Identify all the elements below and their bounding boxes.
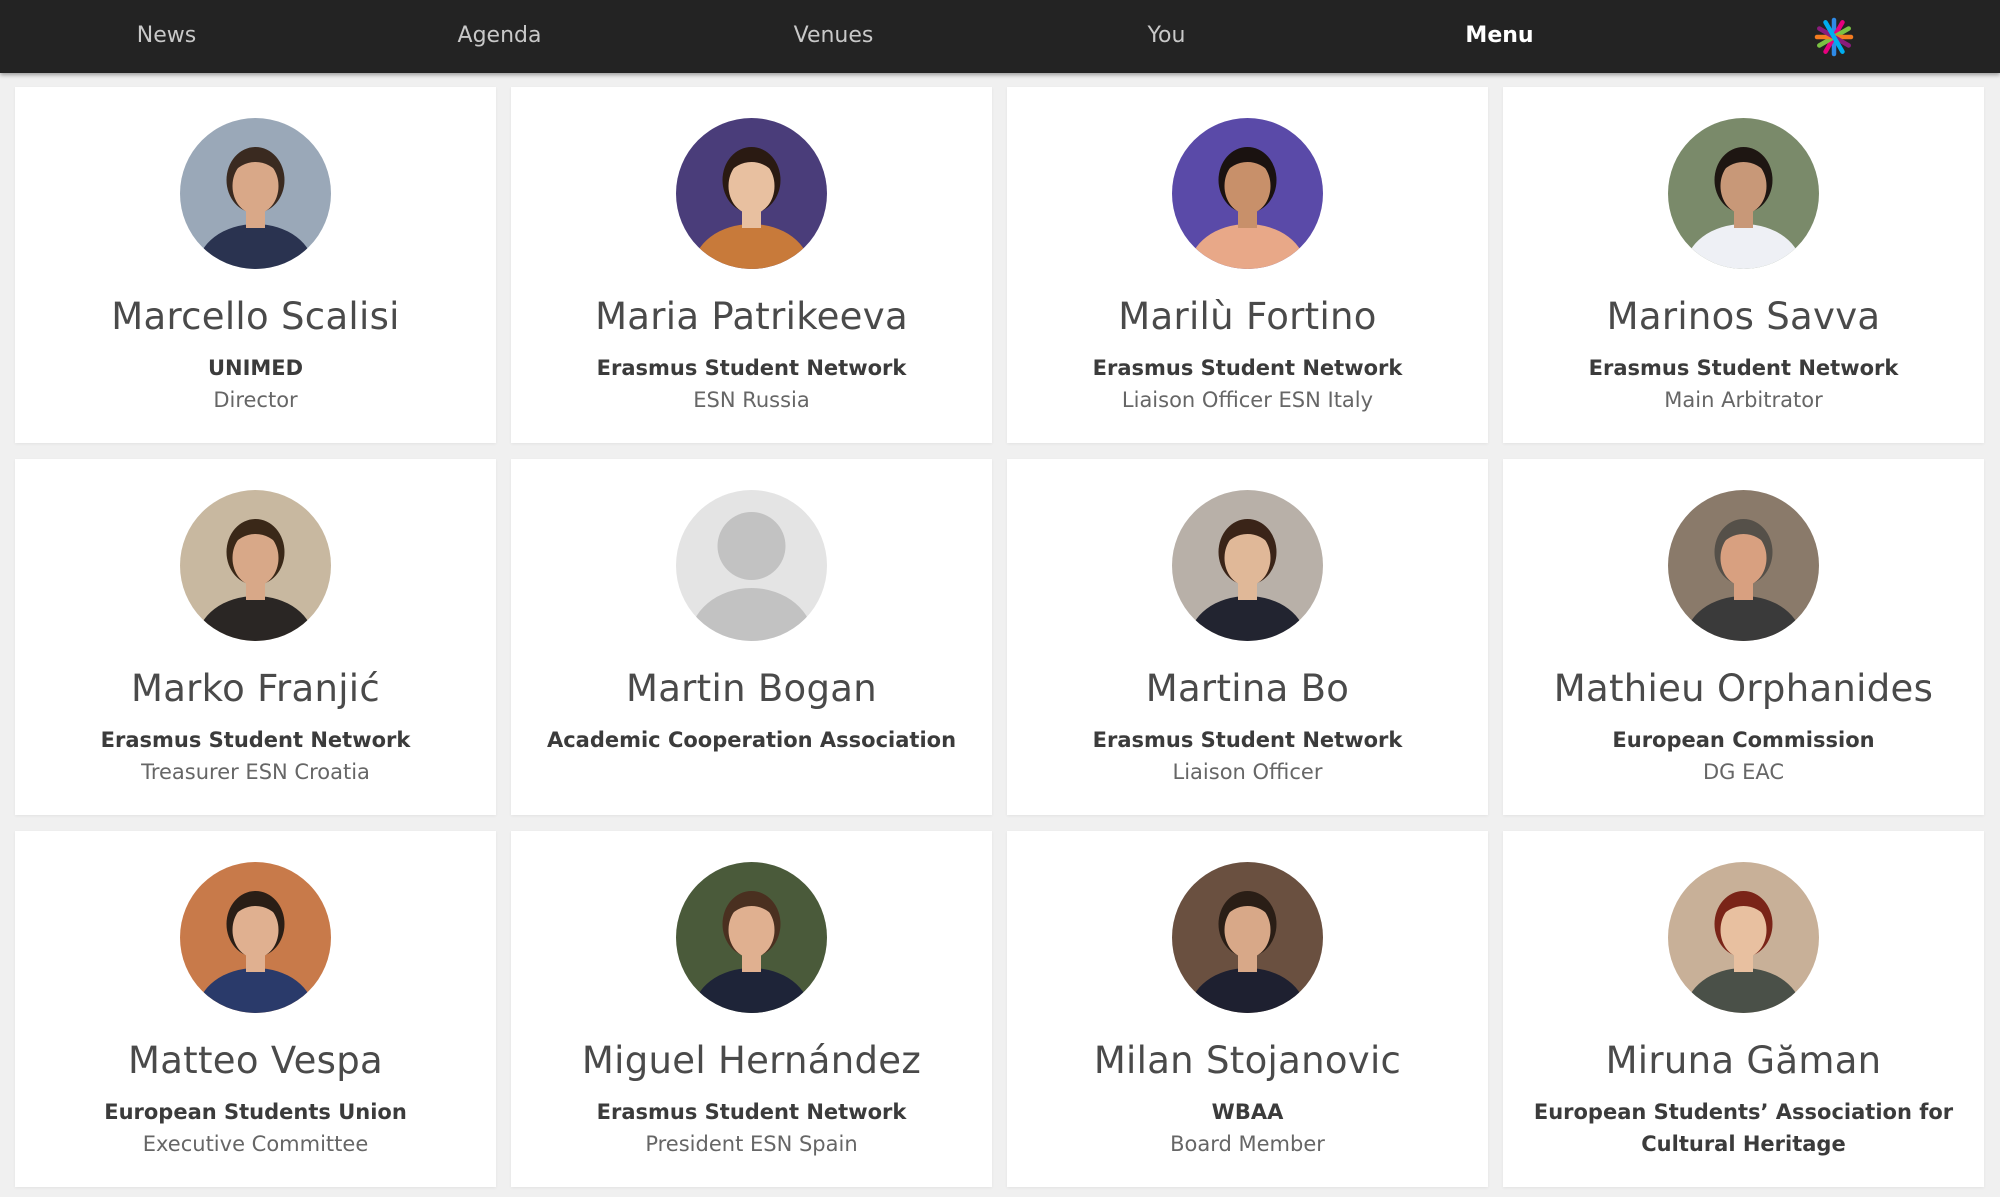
speaker-name: Martina Bo [1145, 667, 1350, 710]
nav-item-agenda[interactable]: Agenda [333, 0, 666, 73]
speaker-photo [1668, 490, 1819, 641]
speaker-photo [1172, 490, 1323, 641]
nav-item-you[interactable]: You [1000, 0, 1333, 73]
asterisk-logo-icon [1814, 17, 1853, 56]
speaker-name: Maria Patrikeeva [595, 295, 908, 338]
speaker-organization: UNIMED [207, 356, 304, 380]
speaker-photo [1668, 862, 1819, 1013]
speaker-name: Martin Bogan [625, 667, 878, 710]
speaker-organization: WBAA [1211, 1100, 1284, 1124]
speaker-role: President ESN Spain [645, 1132, 858, 1156]
speaker-organization: Erasmus Student Network [596, 356, 907, 380]
speaker-organization: European Students Union [104, 1100, 407, 1124]
speaker-photo [1172, 118, 1323, 269]
speaker-role: Treasurer ESN Croatia [141, 760, 370, 784]
speaker-name: Miguel Hernández [581, 1039, 922, 1082]
speaker-card[interactable]: Miruna Găman European Students’ Associati… [1503, 831, 1984, 1187]
speaker-name: Marilù Fortino [1118, 295, 1377, 338]
speaker-organization: Erasmus Student Network [100, 728, 411, 752]
nav-item-news[interactable]: News [0, 0, 333, 73]
speaker-role: Main Arbitrator [1664, 388, 1823, 412]
speaker-name: Marko Franjić [130, 667, 381, 710]
speaker-card[interactable]: Milan Stojanovic WBAA Board Member [1007, 831, 1488, 1187]
speaker-card[interactable]: Marcello Scalisi UNIMED Director [15, 87, 496, 443]
speaker-card[interactable]: Martina Bo Erasmus Student Network Liaison… [1007, 459, 1488, 815]
speaker-role: Director [213, 388, 298, 412]
speaker-organization: Erasmus Student Network [1092, 728, 1403, 752]
speaker-photo [180, 490, 331, 641]
speaker-organization: European Students’ Association for Cultu… [1533, 1100, 1954, 1156]
speaker-card[interactable]: Mathieu Orphanides European Commission DG … [1503, 459, 1984, 815]
speaker-grid: Marcello Scalisi UNIMED Director Maria Patr… [15, 87, 1986, 1187]
speaker-name: Milan Stojanovic [1093, 1039, 1402, 1082]
speaker-role: Board Member [1170, 1132, 1325, 1156]
speaker-organization: Erasmus Student Network [1092, 356, 1403, 380]
speaker-photo [1668, 118, 1819, 269]
speaker-photo [676, 862, 827, 1013]
speaker-organization: Erasmus Student Network [1588, 356, 1899, 380]
speaker-card[interactable]: Matteo Vespa European Students Union Execu… [15, 831, 496, 1187]
speaker-role: Liaison Officer [1172, 760, 1323, 784]
speaker-organization: European Commission [1612, 728, 1875, 752]
speaker-name: Marcello Scalisi [111, 295, 400, 338]
top-navigation-bar: News Agenda Venues You Menu [0, 0, 2000, 73]
speaker-card[interactable]: Miguel Hernández Erasmus Student Network P… [511, 831, 992, 1187]
speaker-photo [180, 862, 331, 1013]
speaker-name: Marinos Savva [1606, 295, 1881, 338]
speaker-photo [676, 118, 827, 269]
speaker-name: Matteo Vespa [127, 1039, 383, 1082]
speaker-card[interactable]: Marko Franjić Erasmus Student Network Trea… [15, 459, 496, 815]
speaker-photo [180, 118, 331, 269]
speaker-card[interactable]: Martin Bogan Academic Cooperation Associa… [511, 459, 992, 815]
speaker-organization: Erasmus Student Network [596, 1100, 907, 1124]
speaker-card[interactable]: Marinos Savva Erasmus Student Network Main… [1503, 87, 1984, 443]
speaker-organization: Academic Cooperation Association [546, 728, 957, 752]
nav-item-menu[interactable]: Menu [1333, 0, 1666, 73]
speaker-name: Miruna Găman [1605, 1039, 1882, 1082]
speaker-card[interactable]: Maria Patrikeeva Erasmus Student Network E… [511, 87, 992, 443]
speaker-photo [1172, 862, 1323, 1013]
speaker-name: Mathieu Orphanides [1553, 667, 1934, 710]
speaker-card[interactable]: Marilù Fortino Erasmus Student Network Lia… [1007, 87, 1488, 443]
default-avatar-icon [676, 490, 827, 641]
speaker-role: DG EAC [1702, 760, 1785, 784]
speaker-role: ESN Russia [693, 388, 810, 412]
nav-item-venues[interactable]: Venues [667, 0, 1000, 73]
speaker-role: Executive Committee [142, 1132, 369, 1156]
nav-item-home-logo[interactable] [1667, 0, 2000, 73]
speaker-role: Liaison Officer ESN Italy [1121, 388, 1374, 412]
